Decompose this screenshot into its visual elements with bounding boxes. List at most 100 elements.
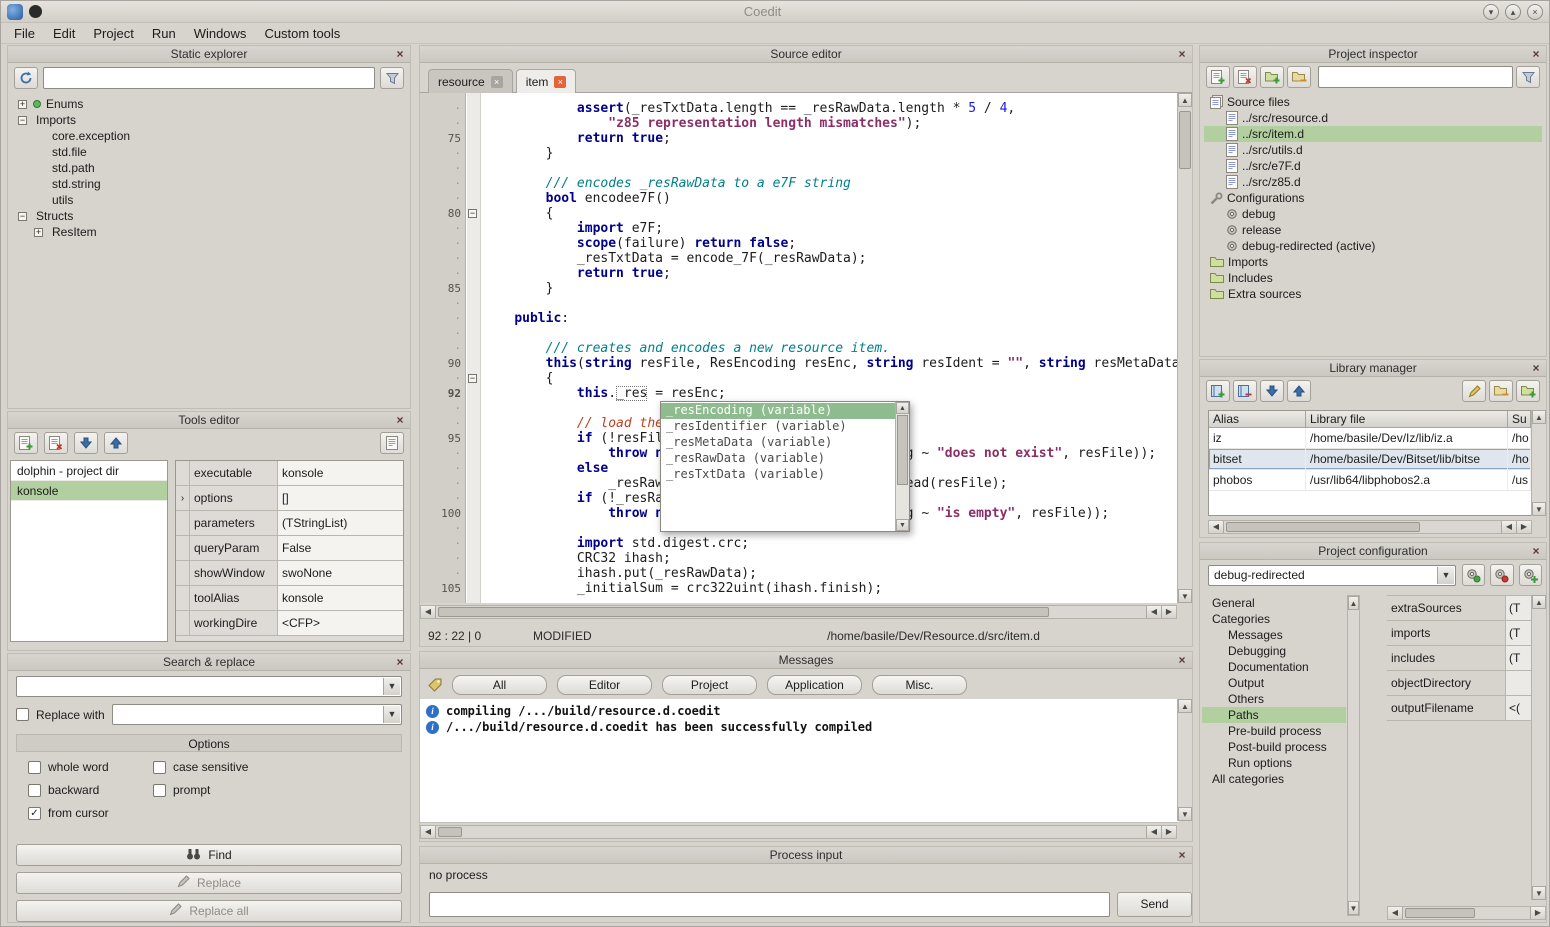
scrollbar-thumb[interactable] (1405, 908, 1475, 918)
tab-close-icon[interactable]: × (554, 76, 566, 88)
code-line[interactable]: · } (420, 146, 1177, 161)
column-header-alias[interactable]: Alias (1209, 411, 1306, 428)
message-line[interactable]: icompiling /.../build/resource.d.coedit (420, 703, 1179, 719)
property-value[interactable]: swoNone (278, 561, 403, 585)
properties-horizontal-scrollbar[interactable]: ◀ ▶ (1387, 906, 1546, 920)
property-value[interactable]: (T (1506, 646, 1532, 670)
library-row-bitset[interactable]: bitset/home/basile/Dev/Bitset/lib/bitse/… (1209, 449, 1531, 470)
replace-with-checkbox[interactable] (16, 708, 29, 721)
property-value[interactable]: konsole (278, 461, 403, 485)
move-down-button[interactable] (1260, 380, 1284, 402)
search-term-combo[interactable]: ▼ (16, 676, 402, 697)
close-icon[interactable]: × (393, 413, 407, 427)
clone-tool-button[interactable] (380, 432, 404, 454)
code-line[interactable]: · CRC32 ihash; (420, 551, 1177, 566)
option-whole-word[interactable]: whole word (28, 760, 153, 774)
close-icon[interactable]: × (1175, 47, 1189, 61)
scroll-left-icon[interactable]: ◀ (421, 606, 436, 618)
scrollbar-thumb[interactable] (438, 607, 1049, 617)
category-messages[interactable]: Messages (1202, 627, 1346, 643)
completion-item-resrawdata-variable[interactable]: _resRawData (variable) (661, 451, 895, 467)
scroll-right-icon[interactable]: ▶ (1161, 826, 1176, 838)
checkbox-case-sensitive[interactable] (153, 761, 166, 774)
chevron-down-icon[interactable]: ▼ (383, 678, 400, 695)
sync-configuration-button[interactable] (1462, 564, 1485, 586)
category-categories[interactable]: Categories (1202, 611, 1346, 627)
maximize-button[interactable]: ▴ (1505, 4, 1521, 20)
messages-tab-misc[interactable]: Misc. (872, 675, 967, 695)
message-line[interactable]: i/.../build/resource.d.coedit has been s… (420, 719, 1179, 735)
menu-project[interactable]: Project (84, 24, 142, 43)
scrollbar-track[interactable] (436, 606, 1146, 618)
move-up-button[interactable] (104, 432, 128, 454)
add-folder-button[interactable] (1260, 66, 1284, 88)
inspector-filter-input[interactable] (1318, 66, 1513, 88)
remove-tool-button[interactable] (44, 432, 68, 454)
scroll-left-icon[interactable]: ◀ (421, 826, 436, 838)
remove-source-button[interactable] (1233, 66, 1257, 88)
code-editor[interactable]: · assert(_resTxtData.length == _resRawDa… (420, 93, 1192, 603)
filter-button[interactable] (1516, 66, 1540, 88)
scroll-right-icon[interactable]: ▶ (1516, 521, 1531, 533)
app-menu-icon[interactable] (29, 5, 42, 18)
library-vertical-scrollbar[interactable]: ▲ ▼ (1531, 410, 1546, 516)
scrollbar-thumb[interactable] (1226, 522, 1420, 532)
scroll-left-icon[interactable]: ◀ (1146, 606, 1161, 618)
code-line[interactable]: 85 } (420, 281, 1177, 296)
category-documentation[interactable]: Documentation (1202, 659, 1346, 675)
category-paths[interactable]: Paths (1202, 707, 1346, 723)
category-debugging[interactable]: Debugging (1202, 643, 1346, 659)
option-from-cursor[interactable]: ✓from cursor (28, 806, 153, 820)
chevron-down-icon[interactable]: ▼ (383, 706, 400, 723)
property-value[interactable] (1506, 671, 1532, 695)
symbol-tree-item-resitem[interactable]: +ResItem (12, 224, 406, 240)
project-tree-item-src-resource-d[interactable]: ../src/resource.d (1204, 110, 1542, 126)
close-icon[interactable]: × (1175, 653, 1189, 667)
tab-close-icon[interactable]: × (491, 76, 503, 88)
shade-button[interactable]: ▾ (1483, 4, 1499, 20)
scroll-down-icon[interactable]: ▼ (1178, 589, 1192, 603)
code-line[interactable]: · (420, 326, 1177, 341)
scroll-left-icon[interactable]: ◀ (1146, 826, 1161, 838)
option-backward[interactable]: backward (28, 783, 153, 797)
editor-tab-resource[interactable]: resource× (428, 69, 513, 93)
property-value[interactable]: konsole (278, 586, 403, 610)
library-horizontal-scrollbar[interactable]: ◀ ◀ ▶ (1208, 520, 1532, 534)
code-line[interactable]: · ihash.put(_resRawData); (420, 566, 1177, 581)
code-line[interactable]: · return true; (420, 266, 1177, 281)
project-tree-item-debug-redirected-active[interactable]: debug-redirected (active) (1204, 238, 1542, 254)
replace-term-combo[interactable]: ▼ (112, 704, 402, 725)
scrollbar-track[interactable] (1224, 521, 1501, 533)
code-line[interactable]: · public: (420, 311, 1177, 326)
menu-run[interactable]: Run (143, 24, 185, 43)
add-configuration-button[interactable] (1519, 564, 1542, 586)
scrollbar-thumb[interactable] (438, 827, 462, 837)
add-library-button[interactable] (1206, 380, 1230, 402)
symbol-tree-item-enums[interactable]: +Enums (12, 96, 406, 112)
completion-item-resmetadata-variable[interactable]: _resMetaData (variable) (661, 435, 895, 451)
category-pre-build-process[interactable]: Pre-build process (1202, 723, 1346, 739)
code-line[interactable]: · _resTxtData = encode_7F(_resRawData); (420, 251, 1177, 266)
expand-icon[interactable]: + (18, 100, 27, 109)
project-tree-item-imports[interactable]: Imports (1204, 254, 1542, 270)
code-line[interactable]: · "z85 representation length mismatches"… (420, 116, 1177, 131)
scroll-down-icon[interactable]: ▼ (1532, 886, 1546, 900)
library-row-iz[interactable]: iz/home/basile/Dev/Iz/lib/iz.a/ho (1209, 428, 1531, 449)
find-button[interactable]: Find (16, 844, 402, 866)
properties-vertical-scrollbar[interactable]: ▲ ▼ (1531, 595, 1546, 900)
scroll-up-icon[interactable]: ▲ (1178, 699, 1192, 713)
code-line[interactable]: · (420, 296, 1177, 311)
filter-button[interactable] (380, 67, 404, 89)
code-line[interactable]: · import std.digest.crc; (420, 536, 1177, 551)
symbol-tree-item-structs[interactable]: −Structs (12, 208, 406, 224)
close-icon[interactable]: × (1529, 544, 1543, 558)
scroll-down-icon[interactable]: ▼ (1178, 807, 1192, 821)
collapse-icon[interactable]: − (18, 116, 27, 125)
process-input-field[interactable] (429, 892, 1110, 917)
code-line[interactable]: 80− { (420, 206, 1177, 221)
menu-custom-tools[interactable]: Custom tools (255, 24, 349, 43)
symbol-filter-input[interactable] (43, 67, 375, 89)
scrollbar-track[interactable] (1403, 907, 1530, 919)
project-tree-item-source-files[interactable]: Source files (1204, 94, 1542, 110)
scroll-down-icon[interactable]: ▼ (1348, 901, 1359, 915)
